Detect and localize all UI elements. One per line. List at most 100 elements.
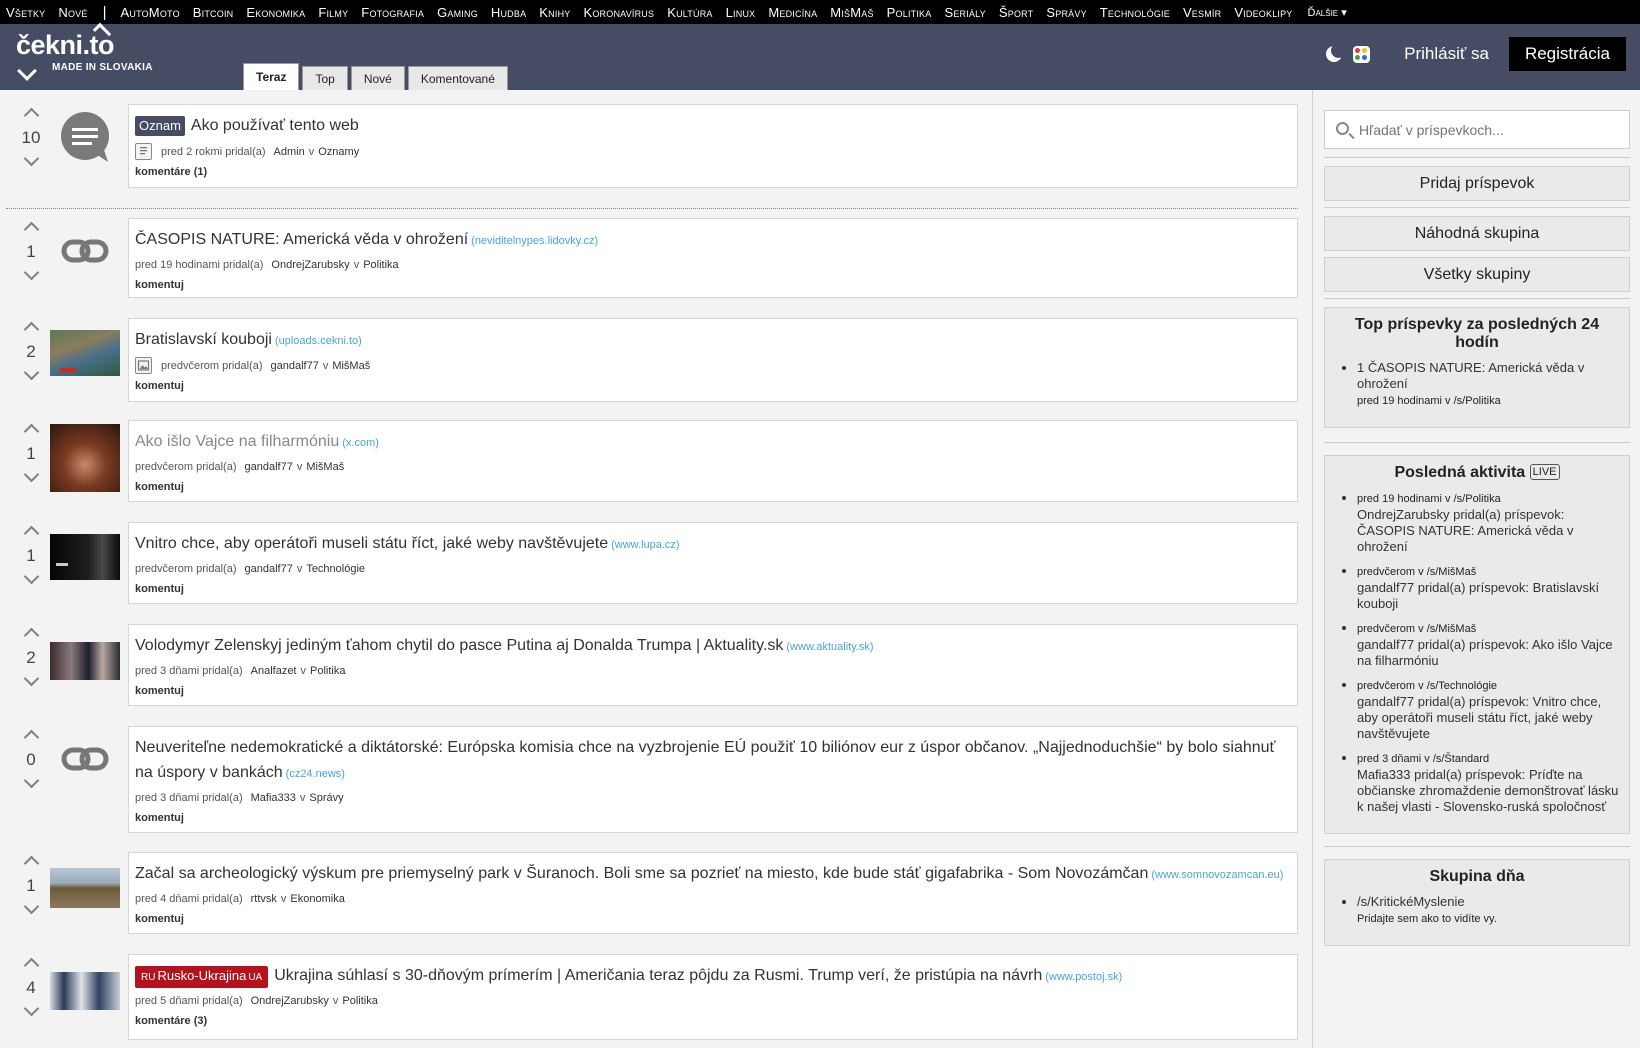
register-button[interactable]: Registrácia: [1508, 37, 1626, 71]
cat-gaming[interactable]: Gaming: [437, 5, 478, 20]
cat-automoto[interactable]: AutoMoto: [121, 5, 180, 20]
post-title[interactable]: Volodymyr Zelenskyj jediným ťahom chytil…: [135, 637, 783, 654]
post-domain[interactable]: (www.postoj.sk): [1045, 971, 1122, 983]
cat-sport[interactable]: Šport: [999, 5, 1034, 20]
post-thumbnail-press-conference[interactable]: [50, 972, 120, 1010]
activity-text[interactable]: gandalf77 pridal(a) príspevok: Vnitro ch…: [1357, 694, 1601, 741]
post-badge[interactable]: RU Rusko-Ukrajina UA: [135, 966, 269, 988]
downvote-arrow-icon[interactable]: [23, 670, 39, 687]
cat-vesmir[interactable]: Vesmír: [1183, 5, 1221, 20]
site-logo[interactable]: čekni.to MADE IN SLOVAKIA: [16, 22, 153, 81]
upvote-arrow-icon[interactable]: [23, 221, 39, 238]
upvote-arrow-icon[interactable]: [23, 957, 39, 974]
activity-text[interactable]: Mafia333 pridal(a) príspevok: Príďte na …: [1357, 767, 1618, 814]
post-comments-link[interactable]: komentuj: [135, 279, 184, 291]
cat-bitcoin[interactable]: Bitcoin: [193, 5, 234, 20]
post-author-link[interactable]: Admin: [274, 144, 305, 160]
link-icon[interactable]: [50, 228, 120, 274]
downvote-arrow-icon[interactable]: [23, 264, 39, 281]
upvote-arrow-icon[interactable]: [23, 423, 39, 440]
tab-top[interactable]: Top: [302, 66, 348, 90]
cat-fotografia[interactable]: Fotografia: [361, 5, 424, 20]
post-comments-link[interactable]: komentuj: [135, 380, 184, 392]
add-post-button[interactable]: Pridaj príspevok: [1324, 166, 1630, 201]
post-group-link[interactable]: Politika: [342, 993, 377, 1009]
post-author-link[interactable]: Mafia333: [251, 790, 296, 806]
downvote-arrow-icon[interactable]: [23, 898, 39, 915]
post-domain[interactable]: (www.lupa.cz): [611, 539, 679, 551]
more-categories-dropdown[interactable]: Ďalšie ▾: [1308, 6, 1347, 19]
login-link[interactable]: Prihlásiť sa: [1404, 44, 1489, 64]
cat-hudba[interactable]: Hudba: [491, 5, 526, 20]
top24-item-link[interactable]: 1 ČASOPIS NATURE: Americká věda v ohrože…: [1357, 360, 1584, 391]
post-domain[interactable]: (www.aktuality.sk): [786, 641, 873, 653]
post-thumbnail-politicians[interactable]: [50, 642, 120, 680]
cat-nove[interactable]: Nové: [58, 5, 87, 20]
cat-kultura[interactable]: Kultúra: [667, 5, 712, 20]
cat-knihy[interactable]: Knihy: [539, 5, 570, 20]
downvote-arrow-icon[interactable]: [23, 772, 39, 789]
post-domain[interactable]: (www.somnovozamcan.eu): [1151, 869, 1283, 881]
cat-ekonomika[interactable]: Ekonomika: [246, 5, 305, 20]
post-comments-link[interactable]: komentuj: [135, 913, 184, 925]
cat-medicina[interactable]: Medicína: [768, 5, 817, 20]
post-author-link[interactable]: rttvsk: [251, 891, 277, 907]
cat-videoklipy[interactable]: Videoklipy: [1234, 5, 1292, 20]
cat-linux[interactable]: Linux: [726, 5, 756, 20]
post-comments-link[interactable]: komentáre (1): [135, 166, 207, 178]
post-domain[interactable]: (neviditelnypes.lidovky.cz): [471, 235, 598, 247]
activity-text[interactable]: OndrejZarubsky pridal(a) príspevok: ČASO…: [1357, 507, 1574, 554]
upvote-arrow-icon[interactable]: [23, 321, 39, 338]
tab-nove[interactable]: Nové: [350, 66, 405, 90]
cat-technologie[interactable]: Technológie: [1100, 5, 1170, 20]
random-group-button[interactable]: Náhodná skupina: [1324, 216, 1630, 251]
announcement-chat-icon[interactable]: [50, 112, 120, 162]
post-author-link[interactable]: gandalf77: [244, 459, 292, 475]
all-groups-button[interactable]: Všetky skupiny: [1324, 257, 1630, 292]
activity-text[interactable]: gandalf77 pridal(a) príspevok: Bratislav…: [1357, 580, 1599, 611]
downvote-arrow-icon[interactable]: [23, 150, 39, 167]
post-title[interactable]: Ukrajina súhlasí s 30-dňovým prímerím | …: [274, 967, 1042, 984]
upvote-arrow-icon[interactable]: [23, 729, 39, 746]
cat-politika[interactable]: Politika: [887, 5, 932, 20]
post-group-link[interactable]: MišMaš: [332, 358, 370, 374]
post-thumbnail-aerial-city[interactable]: [50, 330, 120, 376]
post-author-link[interactable]: Analfazet: [251, 663, 297, 679]
post-title[interactable]: Bratislavskí kouboji: [135, 331, 272, 348]
downvote-arrow-icon[interactable]: [23, 568, 39, 585]
upvote-arrow-icon[interactable]: [23, 525, 39, 542]
post-group-link[interactable]: Politika: [310, 663, 345, 679]
cat-spravy[interactable]: Správy: [1046, 5, 1086, 20]
search-input[interactable]: [1325, 111, 1629, 148]
downvote-arrow-icon[interactable]: [23, 1000, 39, 1017]
upvote-arrow-icon[interactable]: [23, 627, 39, 644]
post-group-link[interactable]: Technológie: [306, 561, 365, 577]
post-comments-link[interactable]: komentuj: [135, 685, 184, 697]
post-author-link[interactable]: OndrejZarubsky: [271, 257, 349, 273]
post-title[interactable]: Vnitro chce, aby operátoři museli státu …: [135, 535, 608, 552]
dark-mode-moon-icon[interactable]: [1325, 43, 1347, 63]
cat-koronavirus[interactable]: Koronavírus: [583, 5, 654, 20]
post-domain[interactable]: (uploads.cekni.to): [275, 335, 362, 347]
cat-serialy[interactable]: Seriály: [944, 5, 985, 20]
post-title[interactable]: Ako používať tento web: [191, 117, 359, 134]
post-group-link[interactable]: Oznamy: [318, 144, 359, 160]
theme-palette-icon[interactable]: [1353, 45, 1371, 63]
post-group-link[interactable]: MišMaš: [306, 459, 344, 475]
post-group-link[interactable]: Správy: [309, 790, 343, 806]
post-domain[interactable]: (cz24.news): [286, 768, 345, 780]
downvote-arrow-icon[interactable]: [23, 364, 39, 381]
cat-vsetky[interactable]: Všetky: [6, 5, 45, 20]
post-group-link[interactable]: Politika: [363, 257, 398, 273]
post-title[interactable]: Začal sa archeologický výskum pre priemy…: [135, 865, 1148, 882]
upvote-arrow-icon[interactable]: [23, 855, 39, 872]
post-title[interactable]: Ako išlo Vajce na filharmóniu: [135, 433, 339, 450]
upvote-arrow-icon[interactable]: [23, 107, 39, 124]
post-comments-link[interactable]: komentuj: [135, 481, 184, 493]
post-author-link[interactable]: gandalf77: [270, 358, 318, 374]
downvote-arrow-icon[interactable]: [23, 466, 39, 483]
cat-mismas[interactable]: MišMaš: [830, 5, 873, 20]
post-group-link[interactable]: Ekonomika: [290, 891, 344, 907]
post-title[interactable]: ČASOPIS NATURE: Americká věda v ohrožení: [135, 231, 468, 248]
activity-text[interactable]: gandalf77 pridal(a) príspevok: Ako išlo …: [1357, 637, 1613, 668]
